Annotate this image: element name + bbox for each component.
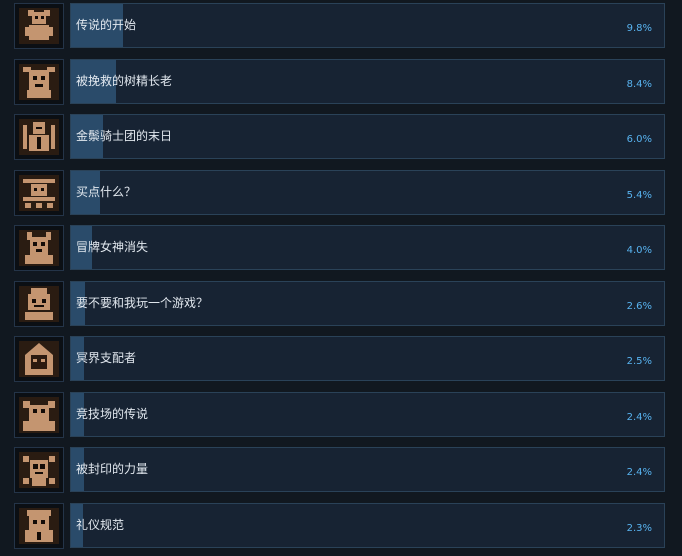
progress-bar: 冥界支配者 2.5%: [70, 336, 665, 381]
progress-bar: 礼仪规范 2.3%: [70, 502, 665, 548]
progress-bar: 金鬃骑士团的末日 6.0%: [70, 114, 665, 159]
achievement-row[interactable]: 竞技场的传说 2.4%: [14, 391, 666, 438]
achievement-row[interactable]: 要不要和我玩一个游戏？ 2.6%: [14, 280, 666, 327]
knight-order-icon: [14, 114, 64, 160]
achievement-row[interactable]: 被挽救的树精长老 8.4%: [14, 58, 666, 105]
achievement-title: 要不要和我玩一个游戏？: [76, 295, 209, 310]
unlock-percent: 2.4%: [626, 411, 652, 423]
achievement-title: 买点什么？: [76, 184, 137, 199]
progress-bar: 竞技场的传说 2.4%: [70, 391, 665, 437]
unlock-percent: 8.4%: [626, 78, 652, 90]
unlock-percent: 2.3%: [626, 522, 652, 534]
achievement-row[interactable]: 买点什么？ 5.4%: [14, 169, 666, 216]
arena-icon: [14, 391, 64, 438]
progress-bar: 冒牌女神消失 4.0%: [70, 225, 665, 270]
progress-bar: 要不要和我玩一个游戏？ 2.6%: [70, 280, 665, 326]
achievement-title: 冥界支配者: [76, 351, 137, 365]
gamemaster-icon: [14, 280, 64, 327]
progress-bar: 被封印的力量 2.4%: [70, 447, 665, 492]
unlock-percent: 2.5%: [626, 356, 652, 367]
achievement-row[interactable]: 传说的开始 9.8%: [14, 3, 666, 49]
unlock-percent: 2.4%: [626, 467, 652, 478]
unlock-percent: 4.0%: [626, 245, 652, 256]
unlock-percent: 5.4%: [626, 189, 652, 201]
unlock-percent: 2.6%: [626, 300, 652, 312]
achievement-row[interactable]: 礼仪规范 2.3%: [14, 502, 666, 549]
tree-elder-icon: [14, 58, 64, 105]
achievement-title: 金鬃骑士团的末日: [76, 129, 173, 143]
jester-icon: [14, 3, 64, 49]
etiquette-icon: [14, 502, 64, 549]
sealed-skull-icon: [14, 447, 64, 493]
achievement-title: 礼仪规范: [76, 517, 125, 532]
achievement-row[interactable]: 金鬃骑士团的末日 6.0%: [14, 114, 666, 160]
achievement-title: 竞技场的传说: [76, 406, 149, 421]
achievement-row[interactable]: 冒牌女神消失 4.0%: [14, 225, 666, 271]
hooded-ruler-icon: [14, 336, 64, 382]
merchant-icon: [14, 169, 64, 216]
achievement-title: 被封印的力量: [76, 462, 149, 476]
progress-bar: 被挽救的树精长老 8.4%: [70, 58, 665, 104]
unlock-percent: 6.0%: [626, 134, 652, 145]
progress-bar: 传说的开始 9.8%: [70, 3, 665, 48]
achievement-list: 传说的开始 9.8% 被挽救的树精长老 8.4% 金鬃骑士团的末日 6.0% 买点什么？ 5.…: [0, 0, 682, 556]
unlock-percent: 9.8%: [626, 23, 652, 34]
progress-bar: 买点什么？ 5.4%: [70, 169, 665, 215]
achievement-row[interactable]: 被封印的力量 2.4%: [14, 447, 666, 493]
false-goddess-icon: [14, 225, 64, 271]
achievement-title: 冒牌女神消失: [76, 240, 149, 254]
achievement-row[interactable]: 冥界支配者 2.5%: [14, 336, 666, 382]
achievement-title: 传说的开始: [76, 18, 137, 32]
achievement-title: 被挽救的树精长老: [76, 73, 173, 88]
